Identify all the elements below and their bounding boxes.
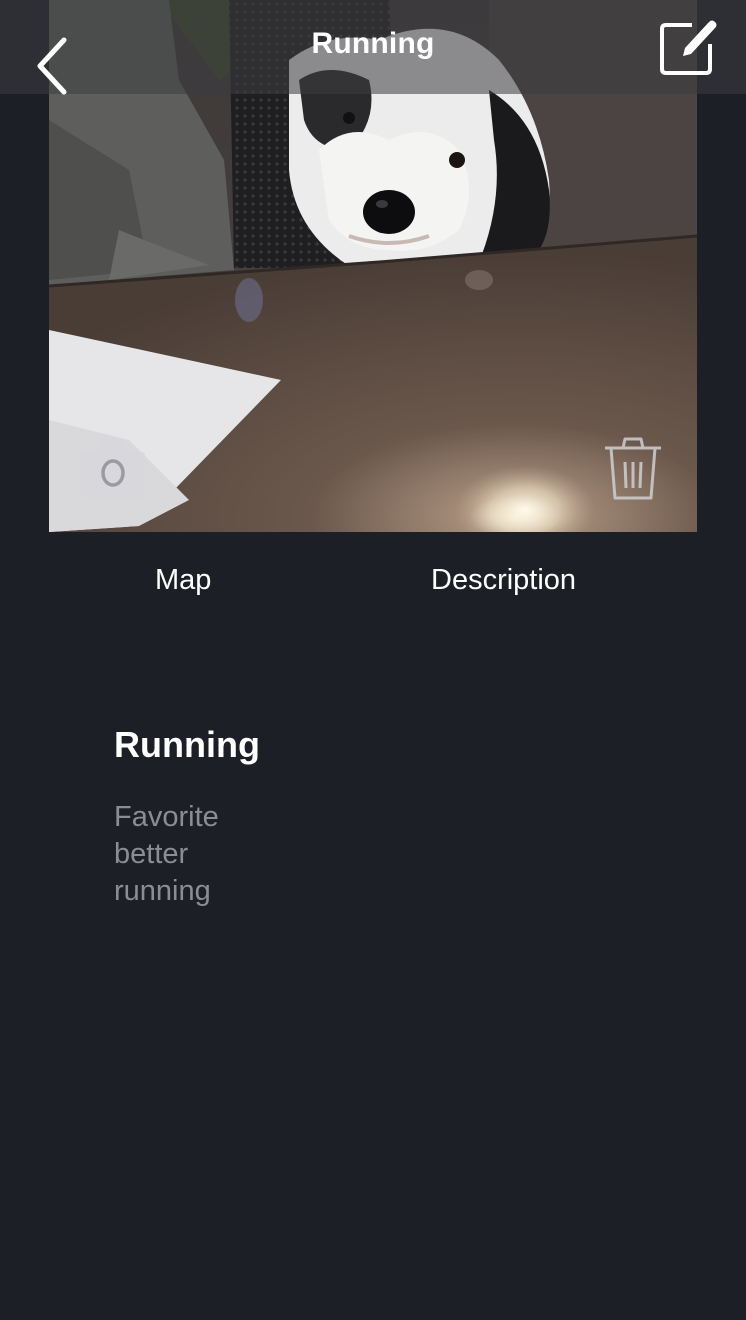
trash-icon <box>605 437 661 500</box>
entry-description: Favorite better running <box>114 799 219 910</box>
tab-description[interactable]: Description <box>431 562 576 598</box>
description-line: better <box>114 838 189 870</box>
compose-icon <box>660 20 717 75</box>
entry-title: Running <box>114 724 260 765</box>
camera-button[interactable] <box>79 434 147 500</box>
delete-photo-button[interactable] <box>601 434 665 502</box>
navigation-bar: Running <box>0 0 746 95</box>
page-title: Running <box>311 27 435 60</box>
camera-icon <box>81 438 145 498</box>
description-line: Favorite <box>114 801 219 833</box>
tab-map[interactable]: Map <box>155 562 211 598</box>
edit-button[interactable] <box>656 16 720 78</box>
description-line: running <box>114 875 211 907</box>
